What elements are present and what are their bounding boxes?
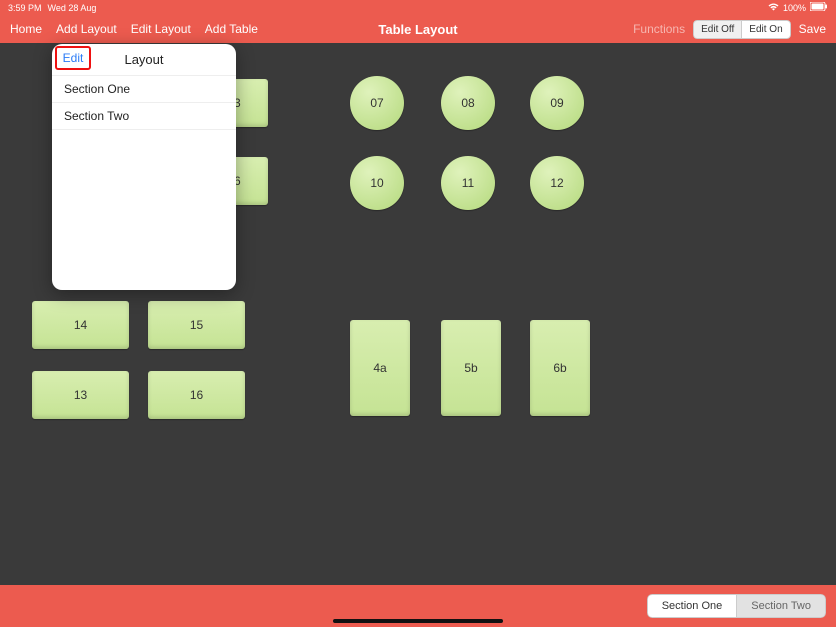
table-07[interactable]: 07	[350, 76, 404, 130]
section-two-tab[interactable]: Section Two	[736, 594, 826, 618]
table-13[interactable]: 13	[32, 371, 129, 419]
table-6b[interactable]: 6b	[530, 320, 590, 416]
home-indicator	[333, 619, 503, 623]
popover-title: Layout	[124, 52, 163, 67]
table-16[interactable]: 16	[148, 371, 245, 419]
top-bar: Home Add Layout Edit Layout Add Table Ta…	[0, 15, 836, 43]
table-4a[interactable]: 4a	[350, 320, 410, 416]
popover-item-section-two[interactable]: Section Two	[52, 103, 236, 130]
table-11[interactable]: 11	[441, 156, 495, 210]
nav-add-table[interactable]: Add Table	[205, 22, 258, 36]
nav-add-layout[interactable]: Add Layout	[56, 22, 117, 36]
table-14[interactable]: 14	[32, 301, 129, 349]
nav-functions[interactable]: Functions	[633, 22, 685, 36]
nav-edit-layout[interactable]: Edit Layout	[131, 22, 191, 36]
battery-text: 100%	[783, 3, 806, 13]
table-15[interactable]: 15	[148, 301, 245, 349]
popover-edit-button[interactable]: Edit	[58, 49, 88, 67]
nav-save[interactable]: Save	[799, 22, 826, 36]
table-09[interactable]: 09	[530, 76, 584, 130]
layout-popover: Edit Layout Section One Section Two	[52, 44, 236, 290]
table-5b[interactable]: 5b	[441, 320, 501, 416]
edit-toggle[interactable]: Edit Off Edit On	[693, 20, 791, 39]
battery-icon	[810, 2, 828, 13]
nav-home[interactable]: Home	[10, 22, 42, 36]
section-switcher[interactable]: Section One Section Two	[647, 594, 826, 618]
edit-off[interactable]: Edit Off	[693, 20, 741, 39]
status-bar: 3:59 PM Wed 28 Aug 100%	[0, 0, 836, 15]
table-12[interactable]: 12	[530, 156, 584, 210]
table-10[interactable]: 10	[350, 156, 404, 210]
edit-on[interactable]: Edit On	[741, 20, 790, 39]
table-08[interactable]: 08	[441, 76, 495, 130]
section-one-tab[interactable]: Section One	[647, 594, 737, 618]
status-time: 3:59 PM	[8, 3, 42, 13]
page-title: Table Layout	[378, 22, 457, 37]
wifi-icon	[768, 3, 779, 13]
status-date: Wed 28 Aug	[48, 3, 97, 13]
popover-item-section-one[interactable]: Section One	[52, 76, 236, 103]
